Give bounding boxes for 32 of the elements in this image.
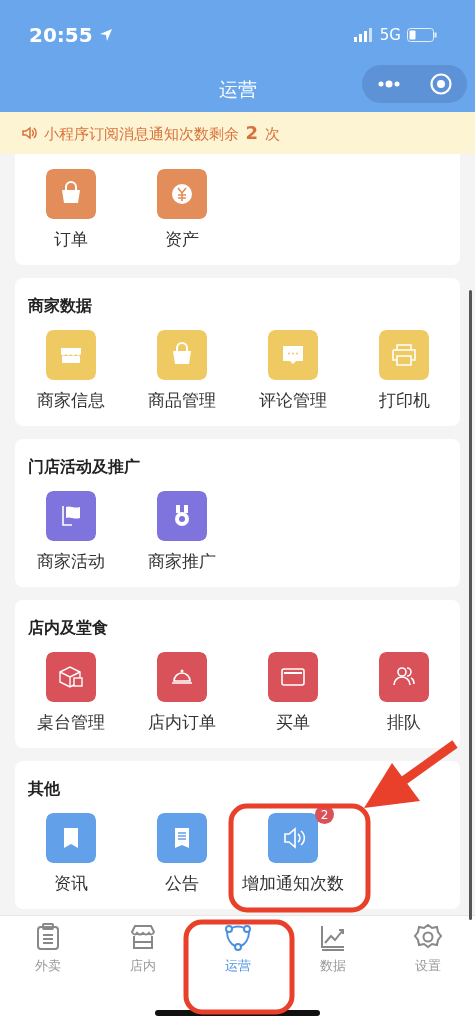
menu-item[interactable]: 公告 xyxy=(126,805,238,895)
section-title: 商家数据 xyxy=(28,296,92,317)
clock-time: 20:55 xyxy=(29,23,93,47)
location-arrow-icon xyxy=(98,28,113,42)
battery-icon xyxy=(407,28,437,42)
menu-item[interactable]: 资产 xyxy=(126,161,238,251)
menu-item[interactable]: 评论管理 xyxy=(237,322,349,412)
menu-item[interactable]: 商家信息 xyxy=(15,322,127,412)
menu-item[interactable]: 商家活动 xyxy=(15,483,127,573)
close-target-icon[interactable] xyxy=(430,73,453,95)
section-title: 店内及堂食 xyxy=(28,618,108,639)
menu-item[interactable]: 店内订单 xyxy=(126,644,238,734)
tab[interactable]: 运营 xyxy=(190,922,285,978)
menu-item[interactable]: 增加通知次数 2 xyxy=(237,805,349,895)
menu-item[interactable]: 商家推广 xyxy=(126,483,238,573)
menu-item[interactable]: 排队 xyxy=(348,644,460,734)
section-title: 门店活动及推广 xyxy=(28,457,140,478)
speaker-icon xyxy=(22,125,38,141)
network-label: 5G xyxy=(379,26,401,44)
more-icon[interactable] xyxy=(376,80,401,88)
menu-item[interactable]: 订单 xyxy=(15,161,127,251)
nodes-icon xyxy=(222,922,253,952)
menu-item[interactable]: 桌台管理 xyxy=(15,644,127,734)
capsule-menu[interactable] xyxy=(362,65,467,103)
section-title: 其他 xyxy=(28,779,60,800)
signal-icon xyxy=(353,28,374,42)
menu-item[interactable]: 买单 xyxy=(237,644,349,734)
menu-item[interactable]: 打印机 xyxy=(348,322,460,412)
menu-item[interactable]: 资讯 xyxy=(15,805,127,895)
page-title: 运营 xyxy=(218,77,257,102)
notice-text: 小程序订阅消息通知次数剩余 2 次 xyxy=(44,122,280,144)
menu-item[interactable]: 商品管理 xyxy=(126,322,238,412)
